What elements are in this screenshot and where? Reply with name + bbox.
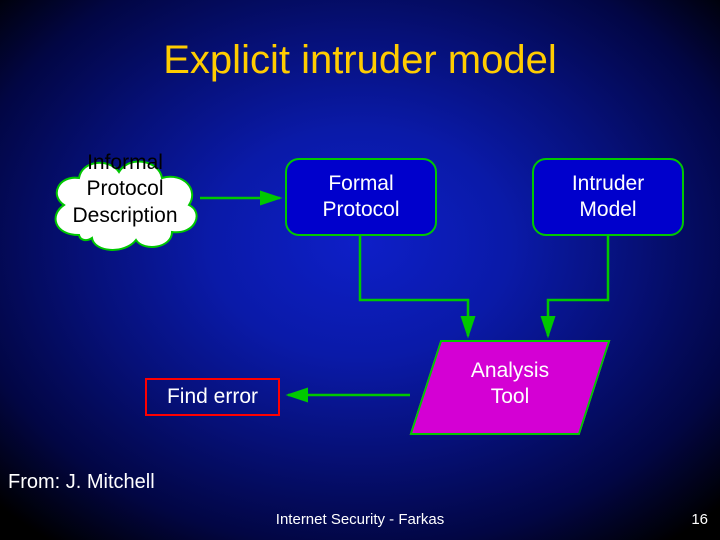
box-intruder-model: IntruderModel <box>532 158 684 236</box>
footer-text: Internet Security - Farkas <box>0 511 720 528</box>
slide-title: Explicit intruder model <box>0 38 720 83</box>
box-find-error: Find error <box>145 378 280 416</box>
cloud-informal-protocol-label: InformalProtocolDescription <box>50 150 200 229</box>
box-formal-protocol: FormalProtocol <box>285 158 437 236</box>
page-number: 16 <box>691 511 708 528</box>
attribution-text: From: J. Mitchell <box>8 471 155 494</box>
analysis-tool-label: AnalysisTool <box>425 358 595 411</box>
